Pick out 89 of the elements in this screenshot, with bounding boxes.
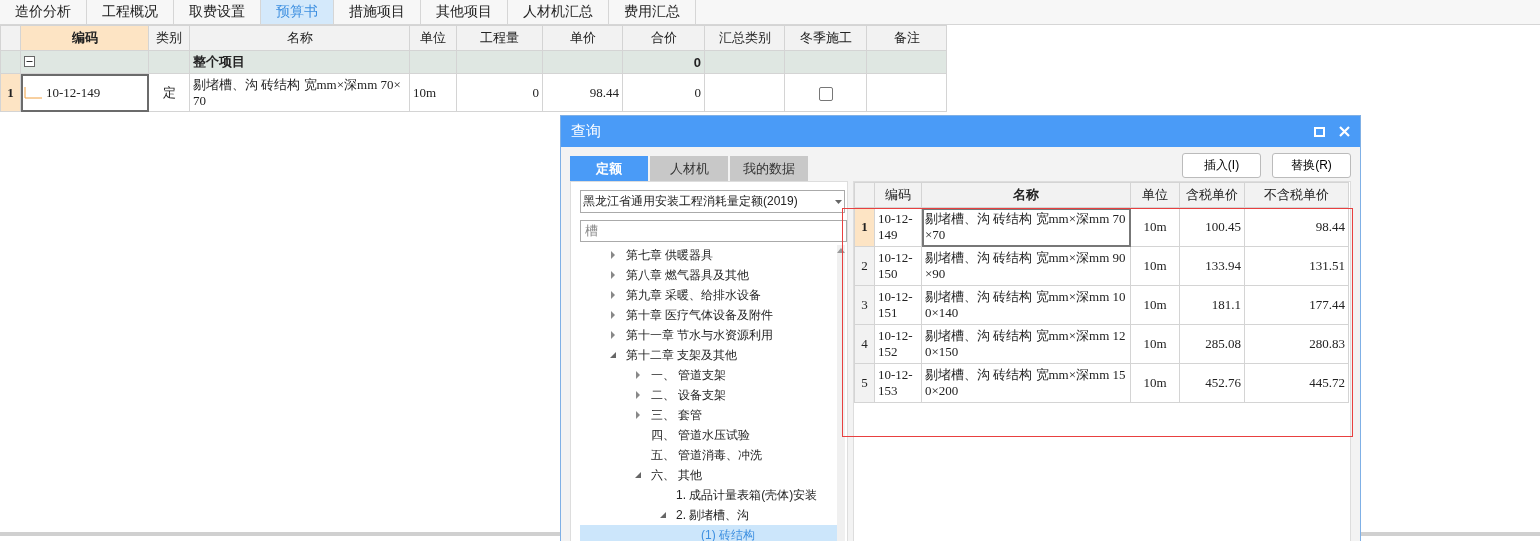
table-cell: 10m	[1130, 246, 1180, 286]
row-number[interactable]: 4	[854, 324, 875, 364]
tree-item[interactable]: 一、 管道支架	[580, 365, 837, 385]
tree-item[interactable]: 二、 设备支架	[580, 385, 837, 405]
table-cell: 10-12-149	[46, 84, 101, 101]
column-header[interactable]: 工程量	[456, 25, 543, 51]
action-button[interactable]: 插入(I)	[1182, 153, 1261, 178]
table-cell: 452.76	[1179, 363, 1245, 403]
scroll-up-icon[interactable]	[837, 247, 845, 253]
tree-item[interactable]: 六、 其他	[580, 465, 837, 485]
tree-connector-icon	[24, 86, 42, 99]
table-cell: 10m	[1130, 285, 1180, 325]
column-header[interactable]: 合价	[622, 25, 705, 51]
tree-item[interactable]: 第十章 医疗气体设备及附件	[580, 305, 837, 325]
row-number[interactable]: 2	[854, 246, 875, 286]
dropdown-arrow-icon	[835, 199, 842, 204]
close-icon[interactable]	[1339, 126, 1350, 137]
expanded-arrow-icon[interactable]	[608, 350, 618, 360]
table-cell: 285.08	[1179, 324, 1245, 364]
row-number[interactable]: 3	[854, 285, 875, 325]
expanded-arrow-icon[interactable]	[633, 470, 643, 480]
table-cell: 10-12-152	[874, 324, 922, 364]
collapsed-arrow-icon[interactable]	[608, 290, 618, 300]
collapsed-arrow-icon[interactable]	[608, 330, 618, 340]
table-cell: 10m	[409, 73, 457, 112]
tab[interactable]: 我的数据	[730, 156, 808, 181]
collapse-icon[interactable]	[24, 55, 35, 67]
table-cell: 10m	[1130, 324, 1180, 364]
row-number[interactable]: 1	[0, 73, 21, 112]
column-header[interactable]: 汇总类别	[704, 25, 785, 51]
table-cell: 181.1	[1179, 285, 1245, 325]
collapsed-arrow-icon[interactable]	[608, 250, 618, 260]
tree-item[interactable]: 第十二章 支架及其他	[580, 345, 837, 365]
table-cell: 剔堵槽、沟 砖结构 宽mm×深mm 150×200	[921, 363, 1131, 403]
tree-item[interactable]: 四、 管道水压试验	[580, 425, 837, 445]
column-header[interactable]: 名称	[921, 182, 1131, 208]
table-cell: 定	[148, 73, 190, 112]
expanded-arrow-icon[interactable]	[658, 510, 668, 520]
table-cell: 0	[456, 73, 543, 112]
table-cell: 剔堵槽、沟 砖结构 宽mm×深mm 100×140	[921, 285, 1131, 325]
column-header[interactable]: 含税单价	[1179, 182, 1245, 208]
maximize-icon[interactable]	[1314, 126, 1325, 137]
action-button[interactable]: 替换(R)	[1272, 153, 1351, 178]
collapsed-arrow-icon[interactable]	[608, 270, 618, 280]
column-header[interactable]: 类别	[148, 25, 190, 51]
table-cell: 剔堵槽、沟 砖结构 宽mm×深mm 90×90	[921, 246, 1131, 286]
row-number[interactable]: 5	[854, 363, 875, 403]
tree-item[interactable]: 1. 成品计量表箱(壳体)安装	[580, 485, 837, 505]
table-cell: 剔堵槽、沟 砖结构 宽mm×深mm 120×150	[921, 324, 1131, 364]
checkbox[interactable]	[818, 86, 833, 101]
tree-item[interactable]: 第八章 燃气器具及其他	[580, 265, 837, 285]
column-header[interactable]: 单价	[542, 25, 623, 51]
column-header[interactable]: 不含税单价	[1244, 182, 1349, 208]
tree-item[interactable]: 第九章 采暖、给排水设备	[580, 285, 837, 305]
column-header[interactable]: 编码	[874, 182, 922, 208]
column-header[interactable]: 单位	[409, 25, 457, 51]
collapsed-arrow-icon[interactable]	[633, 370, 643, 380]
table-cell: 445.72	[1244, 363, 1349, 403]
dialog-title: 查询	[571, 122, 602, 141]
tree-item[interactable]: 2. 剔堵槽、沟	[580, 505, 837, 525]
column-header[interactable]: 名称	[189, 25, 410, 51]
collapsed-arrow-icon[interactable]	[608, 310, 618, 320]
table-cell: 10-12-153	[874, 363, 922, 403]
collapsed-arrow-icon[interactable]	[633, 410, 643, 420]
table-cell: 10-12-150	[874, 246, 922, 286]
table-cell: 133.94	[1179, 246, 1245, 286]
table-cell: 10-12-151	[874, 285, 922, 325]
table-cell: 280.83	[1244, 324, 1349, 364]
column-header[interactable]: 单位	[1130, 182, 1180, 208]
group-name: 整个项目	[189, 50, 410, 74]
tree-item[interactable]: 第十一章 节水与水资源利用	[580, 325, 837, 345]
table-cell: 10m	[1130, 363, 1180, 403]
tree-item[interactable]: 第七章 供暖器具	[580, 245, 837, 265]
scrollbar[interactable]	[837, 245, 845, 541]
table-cell: 0	[622, 73, 705, 112]
table-cell: 98.44	[542, 73, 623, 112]
tree-item[interactable]: 五、 管道消毒、冲洗	[580, 445, 837, 465]
search-field[interactable]: 槽	[580, 220, 847, 242]
column-header[interactable]: 冬季施工	[784, 25, 867, 51]
column-header[interactable]: 备注	[866, 25, 947, 51]
row-number[interactable]: 1	[854, 207, 875, 247]
tab[interactable]: 人材机	[650, 156, 728, 181]
table-cell: 131.51	[1244, 246, 1349, 286]
collapsed-arrow-icon[interactable]	[633, 390, 643, 400]
tree-item[interactable]: 三、 套管	[580, 405, 837, 425]
table-cell: 177.44	[1244, 285, 1349, 325]
library-select[interactable]: 黑龙江省通用安装工程消耗量定额(2019)	[580, 190, 845, 214]
table-cell: 剔堵槽、沟 砖结构 宽mm×深mm 70×70	[189, 73, 410, 112]
column-header[interactable]: 编码	[20, 25, 149, 51]
